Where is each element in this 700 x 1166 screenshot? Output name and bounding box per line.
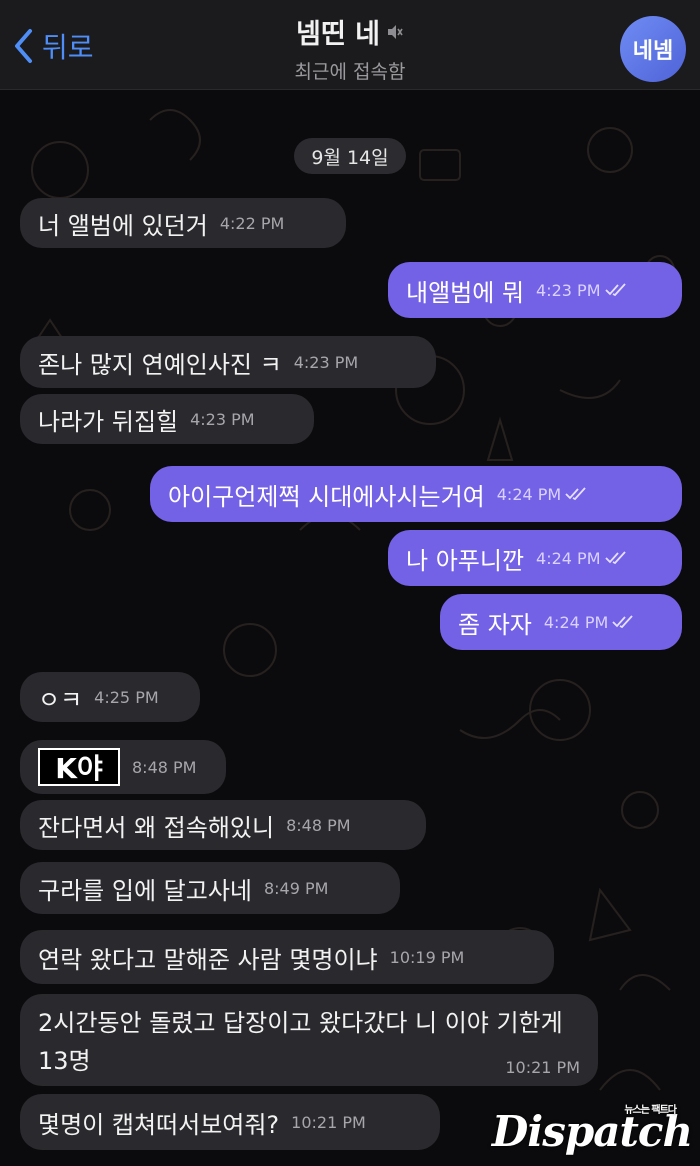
message-time: 4:23 PM [293,352,359,372]
chevron-left-icon [15,29,32,63]
double-check-icon [565,487,586,501]
message-outgoing[interactable]: 내앨범에 뭐 4:23 PM [388,262,682,318]
message-time: 4:24 PM [543,612,609,632]
chat-header: 뒤로 넴띤 네 최근에 접속함 네넴 [0,0,700,90]
message-incoming[interactable]: 2시간동안 돌렸고 답장이고 왔다갔다 니 이야 기한게13명 10:21 PM [20,994,598,1086]
message-outgoing[interactable]: 좀 자자 4:24 PM [440,594,682,650]
message-time: 4:24 PM [536,548,601,568]
message-time: 10:21 PM [505,1057,580,1077]
message-time: 10:19 PM [389,947,465,967]
message-time: 8:48 PM [286,815,351,835]
message-incoming[interactable]: K야 8:48 PM [20,740,226,794]
message-text: 나 아푸니깐 [406,546,525,575]
message-text: 나라가 뒤집힐 [38,407,179,436]
message-text: 구라를 입에 달고사네 [38,876,252,905]
back-label: 뒤로 [42,31,94,64]
message-time: 10:21 PM [291,1112,366,1132]
message-text: 존나 많지 연예인사진 ㅋ [38,350,282,379]
message-text: 연락 왔다고 말해준 사람 몇명이냐 [38,945,378,974]
chat-title-area[interactable]: 넴띤 네 최근에 접속함 [200,12,500,84]
message-time: 4:23 PM [536,280,601,300]
message-time: 4:22 PM [219,213,285,233]
message-time: 4:24 PM [496,484,562,504]
double-check-icon [604,551,626,565]
dispatch-watermark: 뉴스는 팩트다 Dispatch [492,1105,693,1156]
message-text: 좀 자자 [458,610,532,639]
message-outgoing[interactable]: 아이구언제쩍 시대에사시는거여 4:24 PM [150,466,682,522]
mute-icon [387,24,403,39]
double-check-icon [604,283,626,297]
avatar[interactable]: 네넴 [620,16,686,82]
message-text: 아이구언제쩍 시대에사시는거여 [168,482,485,511]
double-check-icon [612,615,634,629]
message-incoming[interactable]: 존나 많지 연예인사진 ㅋ 4:23 PM [20,336,436,388]
message-text: 2시간동안 돌렸고 답장이고 왔다갔다 니 이야 기한게13명 [38,1008,563,1075]
message-incoming[interactable]: ㅇㅋ 4:25 PM [20,672,200,722]
date-separator: 9월 14일 [294,138,406,174]
message-text: 내앨범에 뭐 [406,278,525,307]
message-time: 8:49 PM [263,878,329,898]
message-incoming[interactable]: 연락 왔다고 말해준 사람 몇명이냐 10:19 PM [20,930,554,984]
censored-name-label: K야 [38,748,120,786]
last-seen-status: 최근에 접속함 [294,61,406,83]
message-outgoing[interactable]: 나 아푸니깐 4:24 PM [388,530,682,586]
message-incoming[interactable]: 잔다면서 왜 접속해있니 8:48 PM [20,800,426,850]
message-text: ㅇㅋ [38,685,83,714]
message-text: 몇명이 캡쳐떠서보여줘? [38,1110,280,1139]
message-incoming[interactable]: 너 앨범에 있던거 4:22 PM [20,198,346,248]
page-title: 넴띤 네 [296,12,404,51]
message-time: 4:25 PM [94,687,159,707]
watermark-tagline: 뉴스는 팩트다 [624,1105,677,1116]
message-text: 잔다면서 왜 접속해있니 [38,813,275,842]
chat-title: 넴띤 네 [296,19,380,50]
message-time: 8:48 PM [132,757,197,777]
back-button[interactable]: 뒤로 [12,26,94,66]
message-incoming[interactable]: 나라가 뒤집힐 4:23 PM [20,394,314,444]
message-incoming[interactable]: 구라를 입에 달고사네 8:49 PM [20,862,400,914]
message-time: 4:23 PM [190,409,255,429]
message-list[interactable]: 9월 14일 너 앨범에 있던거 4:22 PM 내앨범에 뭐 4:23 PM … [0,90,700,1166]
message-text: 너 앨범에 있던거 [38,211,208,240]
message-incoming[interactable]: 몇명이 캡쳐떠서보여줘? 10:21 PM [20,1094,440,1150]
